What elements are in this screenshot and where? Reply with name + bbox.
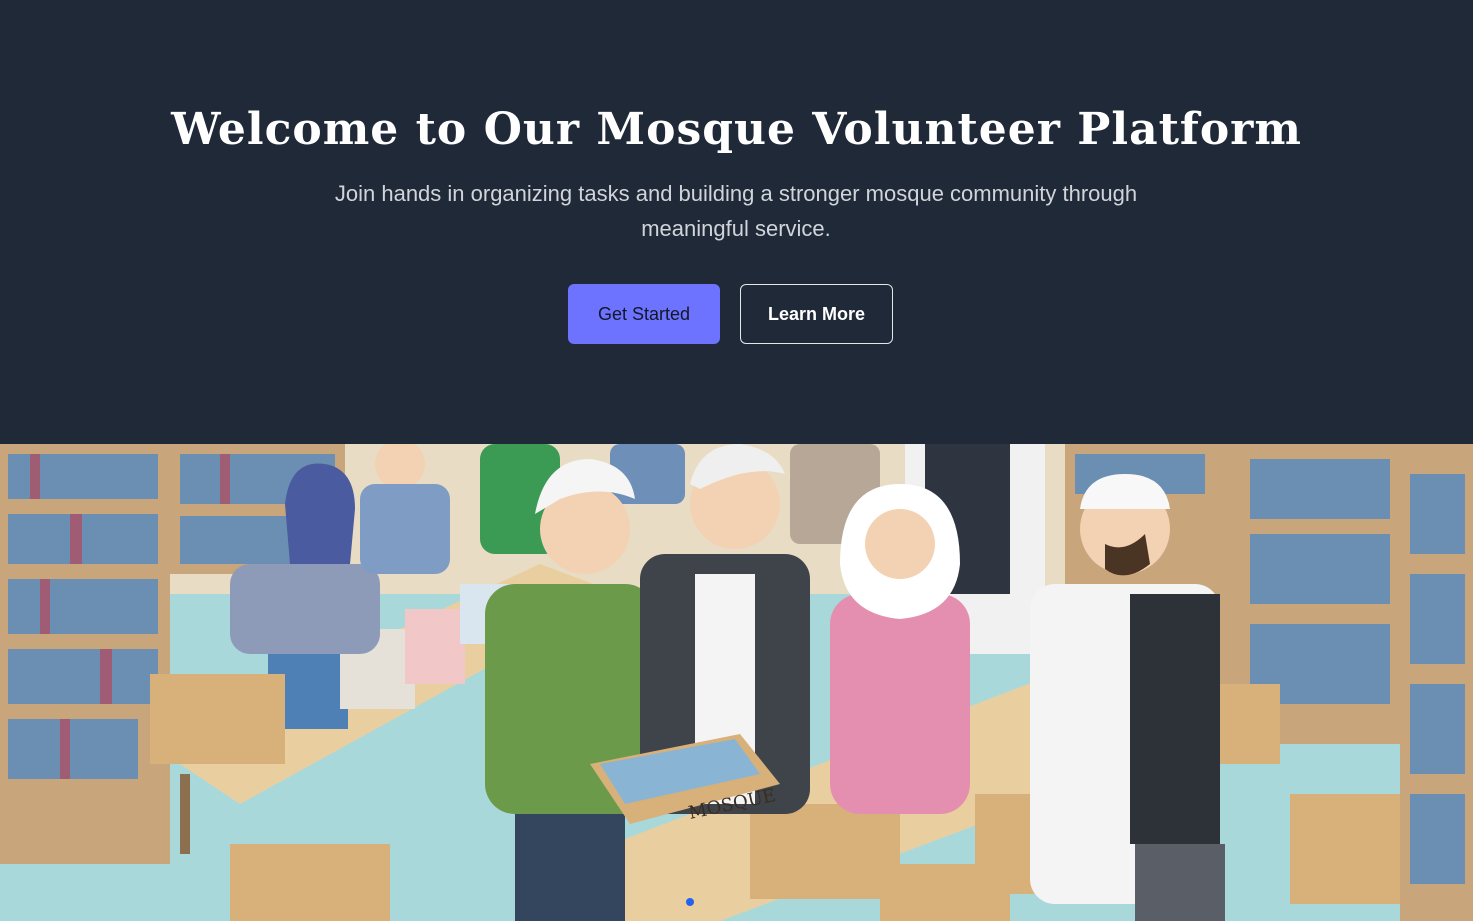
learn-more-button[interactable]: Learn More (740, 284, 893, 344)
volunteer-pink (830, 484, 970, 814)
hero-title: Welcome to Our Mosque Volunteer Platform (171, 104, 1302, 155)
volunteers-illustration: MOSQUE (0, 444, 1473, 921)
get-started-button[interactable]: Get Started (568, 284, 720, 344)
carousel-dot[interactable] (686, 898, 694, 906)
hero-subtitle: Join hands in organizing tasks and build… (334, 181, 1138, 241)
hero-section: Welcome to Our Mosque Volunteer Platform… (0, 0, 1473, 444)
